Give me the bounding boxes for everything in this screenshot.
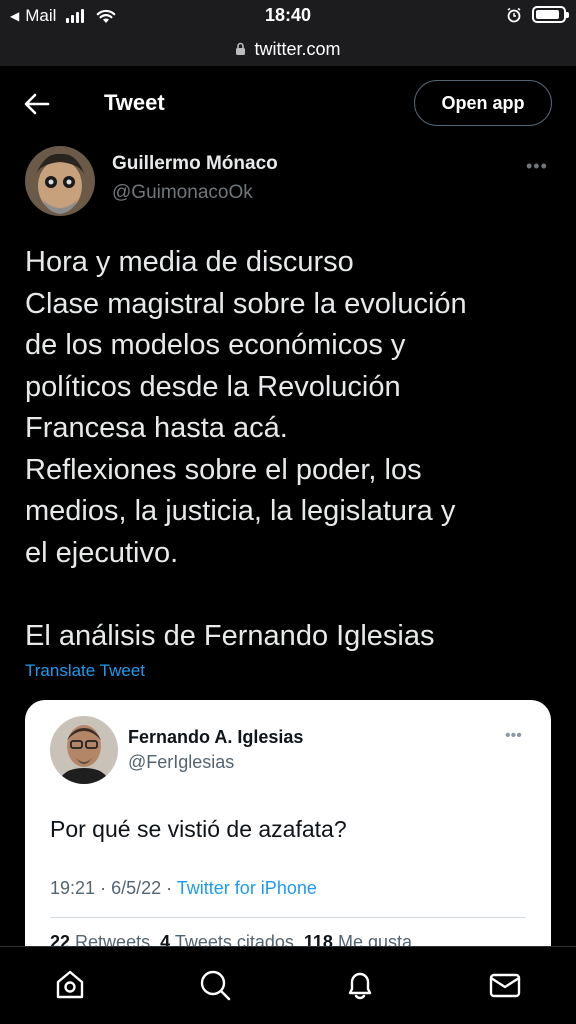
separator: · xyxy=(166,878,177,898)
quoted-more-options-icon[interactable]: ••• xyxy=(505,727,522,745)
tweet-line: el ejecutivo. xyxy=(25,536,179,569)
nav-home[interactable] xyxy=(52,967,88,1003)
lock-icon xyxy=(236,42,246,55)
url-text[interactable]: twitter.com xyxy=(254,39,340,60)
quoted-tweet-meta: 19:21 · 6/5/22 · Twitter for iPhone xyxy=(50,878,317,899)
author-handle[interactable]: @GuimonacoOk xyxy=(112,182,253,204)
quoted-tweet-text: Por qué se vistió de azafata? xyxy=(50,816,347,842)
battery-icon xyxy=(532,6,569,23)
quoted-author-name[interactable]: Fernando A. Iglesias xyxy=(128,727,303,748)
tweet-line: Hora y media de discurso xyxy=(25,246,354,278)
tweet-text: Hora y media de discurso Clase magistral… xyxy=(25,242,555,657)
page-header: Tweet Open app xyxy=(0,66,576,142)
more-options-icon[interactable]: ••• xyxy=(526,156,548,177)
nav-search[interactable] xyxy=(197,967,233,1003)
translate-tweet-link[interactable]: Translate Tweet xyxy=(25,661,145,681)
messages-icon[interactable] xyxy=(488,968,522,1002)
divider xyxy=(50,917,526,918)
home-icon[interactable] xyxy=(53,968,87,1002)
separator: · xyxy=(100,878,112,898)
tweet-line: El análisis de Fernando Iglesias xyxy=(25,619,435,652)
battery-level xyxy=(536,10,560,19)
status-right xyxy=(506,6,569,23)
back-arrow-icon[interactable] xyxy=(22,90,52,118)
nav-notifications[interactable] xyxy=(342,967,378,1003)
open-app-button[interactable]: Open app xyxy=(414,80,552,126)
quoted-avatar[interactable] xyxy=(50,716,118,784)
tweet-line: de los modelos económicos y xyxy=(25,329,406,361)
notifications-icon[interactable] xyxy=(343,968,377,1002)
quoted-date: 6/5/22 xyxy=(111,878,162,898)
quoted-author-handle[interactable]: @FerIglesias xyxy=(128,752,234,773)
tweet-line: políticos desde la Revolución xyxy=(25,370,401,403)
bottom-nav xyxy=(0,946,576,1024)
page-title: Tweet xyxy=(104,90,165,115)
nav-messages[interactable] xyxy=(487,967,523,1003)
tweet-line: Francesa hasta acá. xyxy=(25,412,288,444)
search-icon[interactable] xyxy=(198,968,232,1002)
clock: 18:40 xyxy=(264,5,312,25)
url-bar[interactable]: twitter.com xyxy=(0,32,576,66)
quoted-time: 19:21 xyxy=(50,878,96,898)
quoted-source-link[interactable]: Twitter for iPhone xyxy=(177,878,317,898)
tweet-line: Reflexiones sobre el poder, los xyxy=(25,453,422,486)
tweet-line: medios, la justicia, la legislatura y xyxy=(25,495,456,527)
author-name[interactable]: Guillermo Mónaco xyxy=(112,153,278,175)
avatar[interactable] xyxy=(25,146,95,216)
tweet-line: Clase magistral sobre la evolución xyxy=(25,287,467,320)
alarm-icon xyxy=(507,7,521,22)
status-bar: ◀ Mail 18:40 xyxy=(0,0,576,32)
